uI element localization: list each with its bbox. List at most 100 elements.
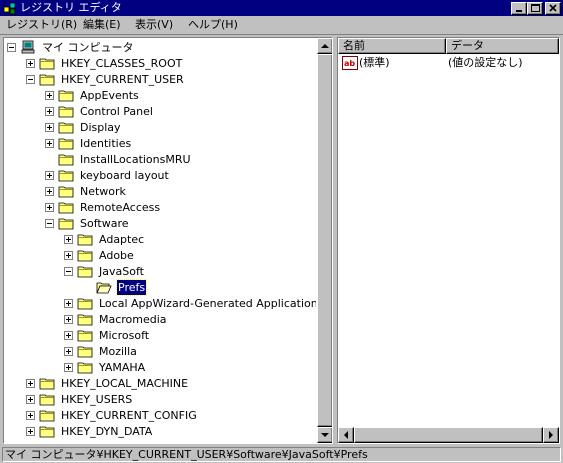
tree-node-label: Microsoft xyxy=(99,329,150,342)
tree-node[interactable]: Macromedia xyxy=(64,312,314,328)
folder-icon xyxy=(39,424,55,438)
tree-node[interactable]: Adobe xyxy=(64,248,314,264)
tree-node-label: Network xyxy=(80,185,126,198)
minimize-button[interactable] xyxy=(511,2,527,15)
tree-node[interactable]: InstallLocationsMRU xyxy=(45,152,314,168)
folder-icon xyxy=(58,120,74,134)
minimize-icon xyxy=(516,10,522,12)
scroll-right-button[interactable] xyxy=(543,427,559,443)
expand-icon[interactable] xyxy=(45,107,54,116)
column-header-name[interactable]: 名前 xyxy=(338,38,446,54)
menu-view[interactable]: 表示(V) xyxy=(135,18,173,32)
expand-icon[interactable] xyxy=(45,203,54,212)
maximize-icon xyxy=(531,4,540,12)
tree-node[interactable]: Adaptec xyxy=(64,232,314,248)
arrow-up-icon xyxy=(321,44,329,48)
expand-icon[interactable] xyxy=(64,331,73,340)
expand-icon[interactable] xyxy=(45,139,54,148)
tree-node[interactable]: Mozilla xyxy=(64,344,314,360)
expand-icon[interactable] xyxy=(45,187,54,196)
tree-node[interactable]: YAMAHA xyxy=(64,360,314,376)
folder-icon xyxy=(39,408,55,422)
menu-help[interactable]: ヘルプ(H) xyxy=(188,18,238,32)
expand-icon[interactable] xyxy=(45,171,54,180)
tree-node-label: HKEY_CURRENT_USER xyxy=(61,73,184,86)
tree-node[interactable]: Microsoft xyxy=(64,328,314,344)
scroll-up-button[interactable] xyxy=(317,38,332,54)
folder-icon xyxy=(58,216,74,230)
collapse-icon[interactable] xyxy=(45,219,54,228)
folder-icon xyxy=(77,264,93,278)
tree-node[interactable]: Display xyxy=(45,120,314,136)
expand-icon[interactable] xyxy=(64,251,73,260)
tree-node[interactable]: HKEY_CURRENT_CONFIG xyxy=(26,408,314,424)
computer-icon xyxy=(21,40,35,54)
column-header-data[interactable]: データ xyxy=(446,38,559,54)
tree-node[interactable]: keyboard layout xyxy=(45,168,314,184)
folder-icon xyxy=(39,376,55,390)
tree-node[interactable]: HKEY_DYN_DATA xyxy=(26,424,314,440)
expand-icon[interactable] xyxy=(64,235,73,244)
expand-icon[interactable] xyxy=(26,379,35,388)
arrow-left-icon xyxy=(344,431,348,439)
expand-icon[interactable] xyxy=(26,411,35,420)
tree-node[interactable]: Identities xyxy=(45,136,314,152)
expand-icon[interactable] xyxy=(26,427,35,436)
tree-node[interactable]: HKEY_CURRENT_USER xyxy=(26,72,314,88)
expand-icon[interactable] xyxy=(45,91,54,100)
scroll-left-button[interactable] xyxy=(338,427,354,443)
tree-node[interactable]: Network xyxy=(45,184,314,200)
menu-bar: レジストリ(R) 編集(E) 表示(V) ヘルプ(H) xyxy=(0,16,563,35)
tree-vertical-scrollbar[interactable] xyxy=(317,38,332,443)
close-button[interactable] xyxy=(545,2,561,15)
tree-node[interactable]: HKEY_CLASSES_ROOT xyxy=(26,56,314,72)
tree-node[interactable]: AppEvents xyxy=(45,88,314,104)
open-folder-icon xyxy=(96,280,112,294)
scroll-thumb[interactable] xyxy=(317,54,332,427)
expand-icon[interactable] xyxy=(64,299,73,308)
expand-icon[interactable] xyxy=(26,395,35,404)
menu-registry[interactable]: レジストリ(R) xyxy=(6,18,77,32)
maximize-button[interactable] xyxy=(527,2,543,15)
tree-node-my-computer[interactable]: マイ コンピュータ xyxy=(7,40,307,56)
tree-node[interactable]: JavaSoft xyxy=(64,264,314,280)
expand-icon[interactable] xyxy=(64,347,73,356)
expand-icon[interactable] xyxy=(45,123,54,132)
tree-node-label: Mozilla xyxy=(99,345,137,358)
value-data: (値の設定なし) xyxy=(448,56,523,69)
expand-icon[interactable] xyxy=(64,363,73,372)
tree-node-label: HKEY_LOCAL_MACHINE xyxy=(61,377,189,390)
expand-icon[interactable] xyxy=(64,315,73,324)
tree-node[interactable]: Software xyxy=(45,216,314,232)
status-bar: マイ コンピュータ¥HKEY_CURRENT_USER¥Software¥Jav… xyxy=(0,446,563,463)
tree-node[interactable]: HKEY_LOCAL_MACHINE xyxy=(26,376,314,392)
folder-icon xyxy=(58,88,74,102)
tree-node[interactable]: Local AppWizard-Generated Applications xyxy=(64,296,316,312)
scroll-down-button[interactable] xyxy=(317,427,332,443)
tree-node-label: InstallLocationsMRU xyxy=(80,153,191,166)
title-bar: レジストリ エディタ xyxy=(0,0,563,16)
tree-node[interactable]: Prefs xyxy=(83,279,314,296)
menu-edit[interactable]: 編集(E) xyxy=(83,18,121,32)
expand-icon[interactable] xyxy=(26,59,35,68)
folder-icon xyxy=(39,392,55,406)
registry-tree-pane: マイ コンピュータ HKEY_CLASSES_ROOT HKEY_CURRENT_… xyxy=(3,37,333,444)
folder-icon xyxy=(58,104,74,118)
svg-text:ab: ab xyxy=(344,59,355,68)
tree-node-label: HKEY_CURRENT_CONFIG xyxy=(61,409,197,422)
folder-icon xyxy=(39,56,55,70)
horizontal-scroll-thumb[interactable] xyxy=(354,427,543,443)
folder-icon xyxy=(58,200,74,214)
folder-icon xyxy=(58,168,74,182)
tree-node[interactable]: RemoteAccess xyxy=(45,200,314,216)
status-path: マイ コンピュータ¥HKEY_CURRENT_USER¥Software¥Jav… xyxy=(2,447,561,462)
collapse-icon[interactable] xyxy=(26,75,35,84)
list-item[interactable]: ab (標準) (値の設定なし) xyxy=(338,55,559,71)
list-horizontal-scrollbar[interactable] xyxy=(338,427,559,443)
tree-node[interactable]: Control Panel xyxy=(45,104,314,120)
collapse-icon[interactable] xyxy=(64,267,73,276)
tree-node[interactable]: HKEY_USERS xyxy=(26,392,314,408)
collapse-icon[interactable] xyxy=(7,43,16,52)
folder-icon xyxy=(77,232,93,246)
folder-icon xyxy=(39,72,55,86)
